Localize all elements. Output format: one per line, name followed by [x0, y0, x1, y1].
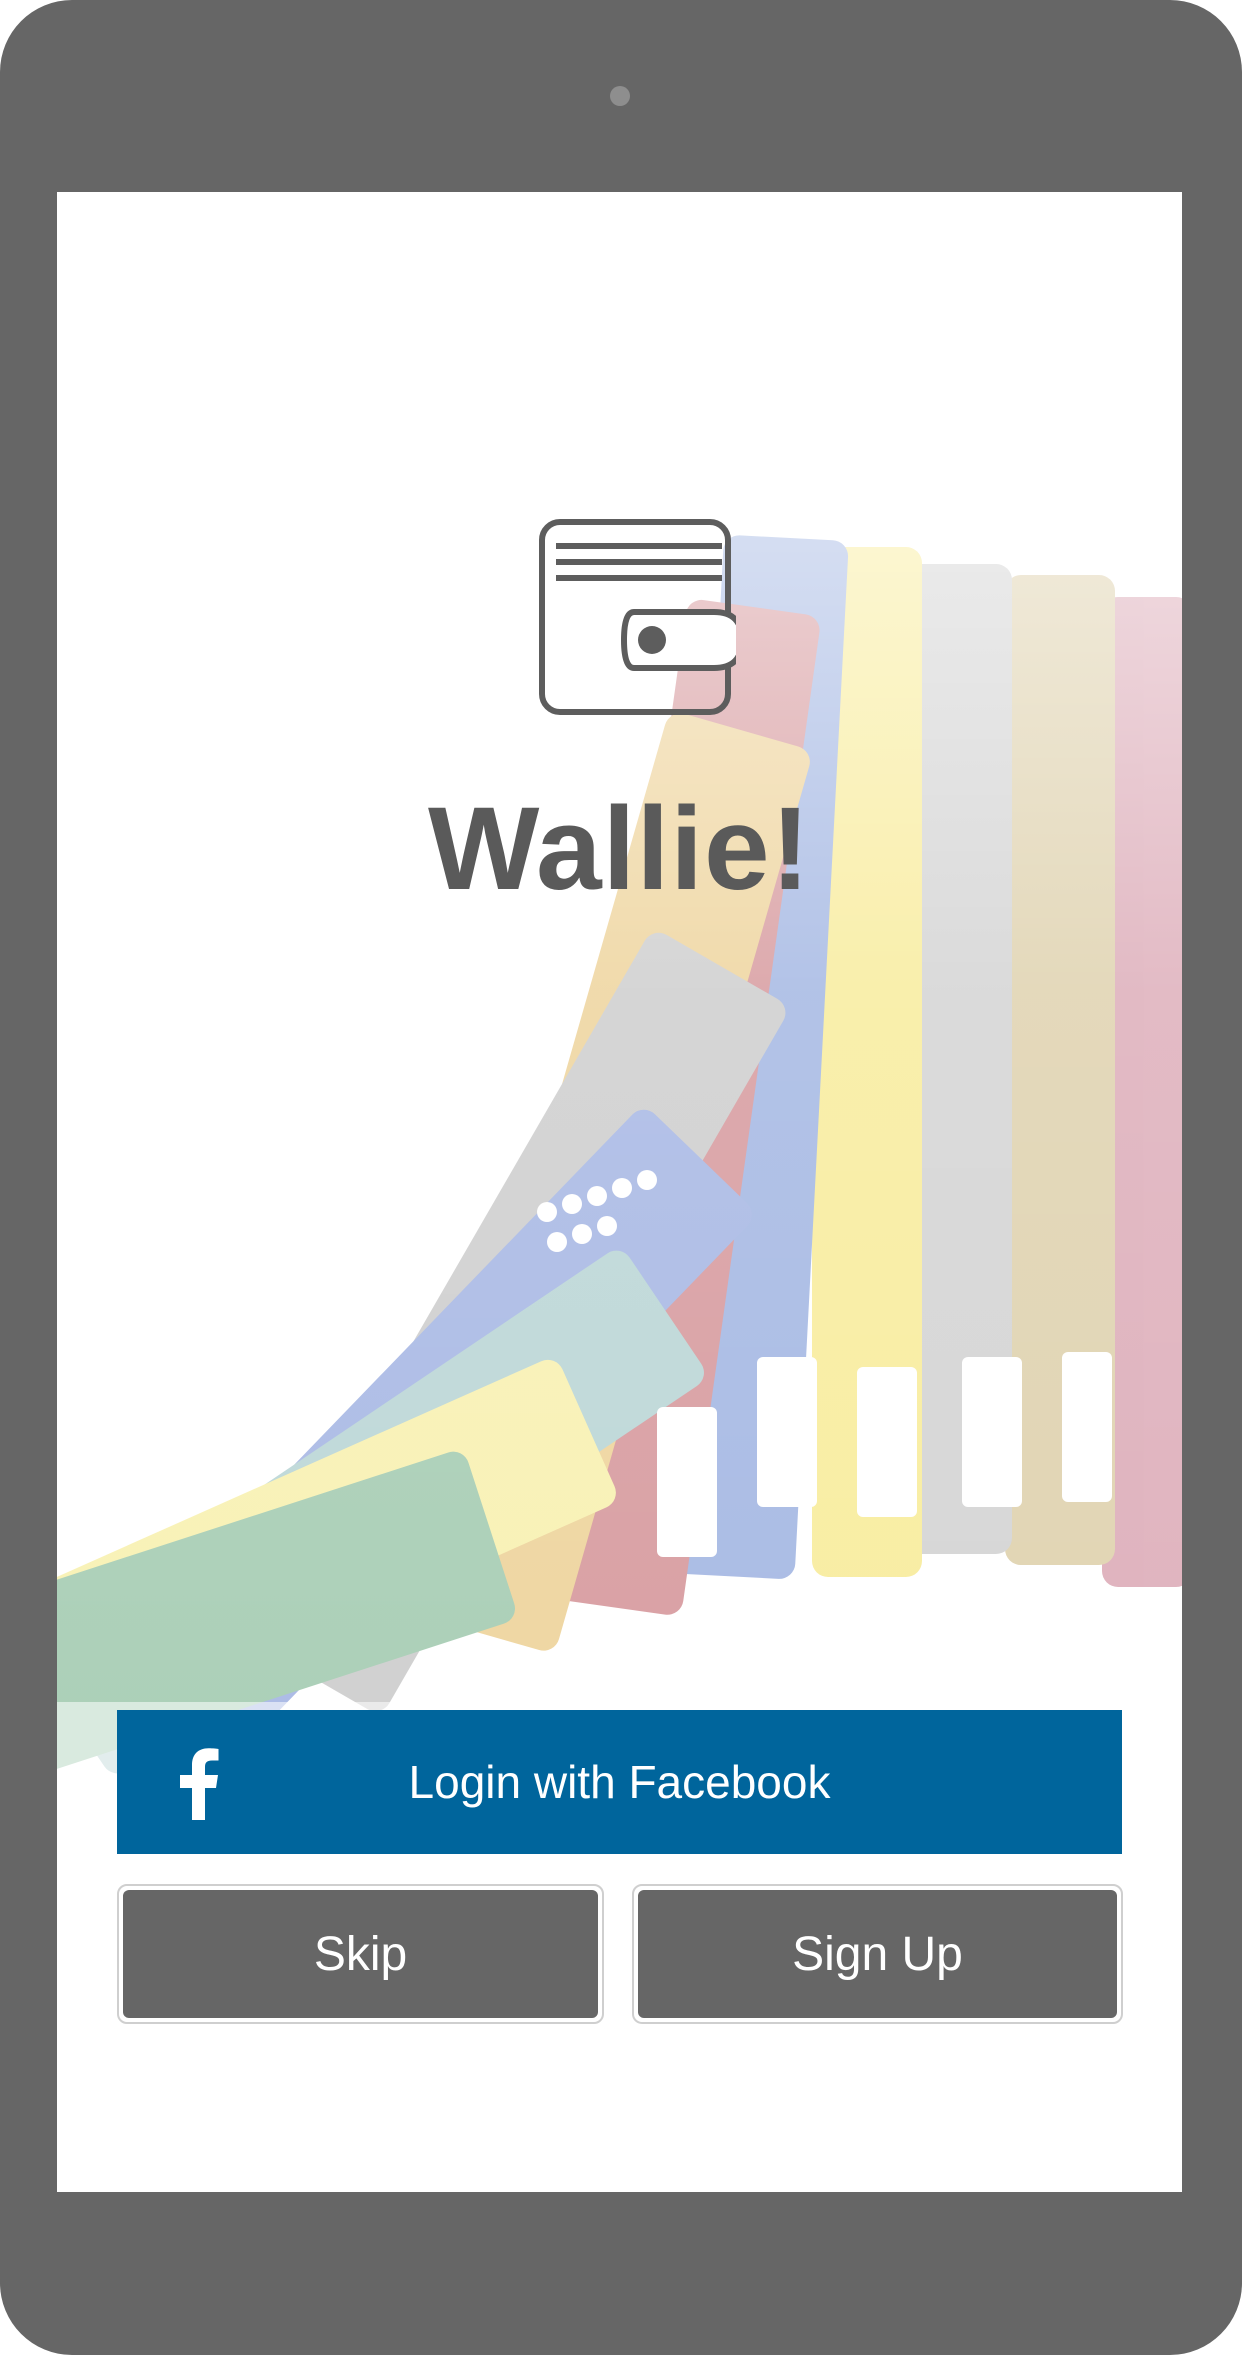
sign-up-label: Sign Up: [792, 1927, 963, 1981]
front-camera: [610, 86, 630, 106]
app-title: Wallie!: [428, 783, 811, 915]
app-screen: Wallie! Login with Facebook Skip Sign Up: [57, 192, 1182, 2192]
sign-up-button-face[interactable]: Sign Up: [638, 1890, 1117, 2018]
facebook-icon: [180, 1748, 219, 1820]
sign-up-button[interactable]: Sign Up: [632, 1884, 1123, 2024]
login-with-facebook-button[interactable]: Login with Facebook: [117, 1710, 1122, 1854]
skip-button[interactable]: Skip: [117, 1884, 604, 2024]
skip-button-face[interactable]: Skip: [123, 1890, 598, 2018]
skip-label: Skip: [313, 1927, 408, 1981]
login-with-facebook-label: Login with Facebook: [408, 1756, 831, 1808]
wallet-icon: [539, 519, 736, 715]
tablet-device-frame: Wallie! Login with Facebook Skip Sign Up: [0, 0, 1242, 2355]
